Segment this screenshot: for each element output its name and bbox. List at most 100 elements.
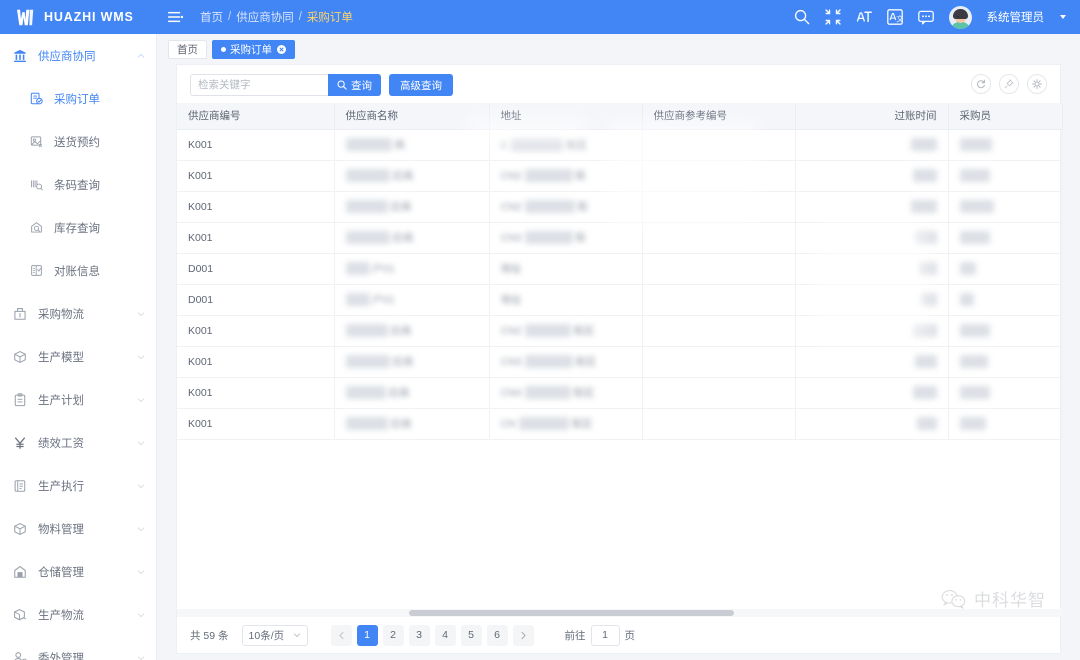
next-page-button[interactable]	[513, 625, 534, 646]
sidebar-item-purchase-logistics[interactable]: 采购物流	[0, 292, 156, 335]
chevron-down-icon[interactable]	[1060, 15, 1066, 19]
sidebar-item-material-management[interactable]: 物料管理	[0, 507, 156, 550]
breadcrumb-item-purchase-order[interactable]: 采购订单	[307, 9, 353, 25]
sidebar-label: 采购物流	[38, 306, 84, 322]
refresh-button[interactable]	[971, 74, 991, 94]
horizontal-scrollbar-thumb[interactable]	[409, 610, 734, 616]
search-input[interactable]	[190, 74, 328, 96]
cell-supplier-name: 应商	[334, 315, 489, 346]
cell-buyer	[948, 346, 1062, 377]
sidebar-item-barcode-search[interactable]: 条码查询	[0, 163, 156, 206]
cell-supplier-code: K001	[177, 222, 334, 253]
hamburger-menu-icon[interactable]	[168, 11, 183, 23]
page-button-4[interactable]: 4	[435, 625, 456, 646]
table-row[interactable]: K001 应商 CN4街区	[177, 377, 1062, 408]
sidebar-item-production-plan[interactable]: 生产计划	[0, 378, 156, 421]
sidebar-item-delivery-booking[interactable]: 送货预约	[0, 120, 156, 163]
sidebar-label: 库存查询	[54, 220, 100, 236]
sidebar-label: 委外管理	[38, 650, 84, 660]
material-box-icon	[12, 521, 27, 536]
pin-button[interactable]	[999, 74, 1019, 94]
table-row[interactable]: K001 应商 CN3街	[177, 222, 1062, 253]
sidebar-item-reconciliation[interactable]: 对账信息	[0, 249, 156, 292]
table-row[interactable]: K001 应商 CN3街区	[177, 346, 1062, 377]
table-row[interactable]: K001 应商 CN2街区	[177, 315, 1062, 346]
cell-buyer	[948, 129, 1062, 160]
avatar[interactable]	[949, 6, 972, 29]
sidebar-item-supplier-collab[interactable]: 供应商协同	[0, 34, 156, 77]
page-button-5[interactable]: 5	[461, 625, 482, 646]
sidebar-label: 供应商协同	[38, 48, 96, 64]
sidebar-item-warehouse-management[interactable]: 仓储管理	[0, 550, 156, 593]
production-execution-icon	[12, 478, 27, 493]
cell-address: CN3街区	[489, 346, 642, 377]
tab-close-icon[interactable]	[277, 45, 286, 54]
delivery-booking-icon	[29, 134, 44, 149]
sidebar-item-production-execution[interactable]: 生产执行	[0, 464, 156, 507]
cell-posting-time	[795, 284, 948, 315]
svg-text:文: 文	[896, 14, 903, 23]
table-row[interactable]: K001 应商 CN2街	[177, 160, 1062, 191]
cell-supplier-ref	[642, 377, 795, 408]
table-row[interactable]: K001 应商 CN街区	[177, 408, 1062, 439]
page-button-3[interactable]: 3	[409, 625, 430, 646]
breadcrumb-item-supplier[interactable]: 供应商协同	[236, 9, 294, 25]
sidebar-label: 条码查询	[54, 177, 100, 193]
page-button-2[interactable]: 2	[383, 625, 404, 646]
tab-purchase-order[interactable]: 采购订单	[212, 40, 295, 59]
tab-home[interactable]: 首页	[168, 40, 207, 59]
sidebar-item-inventory-search[interactable]: 库存查询	[0, 206, 156, 249]
sidebar-item-purchase-order[interactable]: 采购订单	[0, 77, 156, 120]
cell-address: 地址	[489, 284, 642, 315]
cell-supplier-ref	[642, 222, 795, 253]
horizontal-scrollbar-track[interactable]	[177, 609, 1062, 617]
sidebar-item-production-model[interactable]: 生产模型	[0, 335, 156, 378]
jump-suffix-label: 页	[625, 628, 636, 643]
breadcrumb-separator-2: /	[299, 11, 302, 23]
col-address[interactable]: 地址	[489, 103, 642, 129]
sidebar-label: 绩效工资	[38, 435, 84, 451]
tab-label: 采购订单	[230, 42, 272, 57]
page-button-6[interactable]: 6	[487, 625, 508, 646]
page-button-1[interactable]: 1	[357, 625, 378, 646]
breadcrumb: 首页 / 供应商协同 / 采购订单	[200, 9, 353, 25]
table-row[interactable]: D001 户01 地址	[177, 284, 1062, 315]
message-icon[interactable]	[918, 9, 934, 25]
fullscreen-exit-icon[interactable]	[825, 9, 841, 25]
reconciliation-icon	[29, 263, 44, 278]
sidebar: 供应商协同 采购订单 送货预约 条码查询 库存查询 对账信息	[0, 34, 157, 660]
table-row[interactable]: K001 商 C街区	[177, 129, 1062, 160]
page-size-select[interactable]: 10条/页	[242, 625, 308, 646]
sidebar-item-production-logistics[interactable]: 生产物流	[0, 593, 156, 636]
jump-page-input[interactable]	[591, 625, 620, 646]
table-row[interactable]: K001 应商 CN2街	[177, 191, 1062, 222]
breadcrumb-item-home[interactable]: 首页	[200, 9, 223, 25]
query-button[interactable]: 查询	[328, 74, 381, 96]
bank-icon	[12, 48, 27, 63]
font-size-icon[interactable]	[856, 9, 872, 25]
sidebar-label: 物料管理	[38, 521, 84, 537]
col-supplier-ref-code[interactable]: 供应商参考编号	[642, 103, 795, 129]
col-supplier-code[interactable]: 供应商编号	[177, 103, 334, 129]
prev-page-button[interactable]	[331, 625, 352, 646]
chevron-down-icon	[293, 631, 301, 639]
table-row[interactable]: D001 户01 地址	[177, 253, 1062, 284]
col-posting-time[interactable]: 过账时间	[795, 103, 948, 129]
search-icon[interactable]	[794, 9, 810, 25]
cell-supplier-ref	[642, 160, 795, 191]
table-header: 供应商编号 供应商名称 地址 供应商参考编号 过账时间 采购员	[177, 103, 1062, 129]
sidebar-item-outsourcing-management[interactable]: 委外管理	[0, 636, 156, 660]
sidebar-label: 仓储管理	[38, 564, 84, 580]
cell-buyer	[948, 191, 1062, 222]
chevron-up-icon	[137, 52, 145, 60]
user-name[interactable]: 系统管理员	[987, 9, 1045, 25]
cell-address: CN2街区	[489, 315, 642, 346]
logo-zone[interactable]: HUAZHI WMS	[0, 0, 157, 34]
settings-button[interactable]	[1027, 74, 1047, 94]
sidebar-item-performance-salary[interactable]: 绩效工资	[0, 421, 156, 464]
advanced-query-button[interactable]: 高级查询	[389, 74, 453, 96]
col-supplier-name[interactable]: 供应商名称	[334, 103, 489, 129]
language-icon[interactable]: 文	[887, 9, 903, 25]
cell-buyer	[948, 222, 1062, 253]
col-buyer[interactable]: 采购员	[948, 103, 1062, 129]
